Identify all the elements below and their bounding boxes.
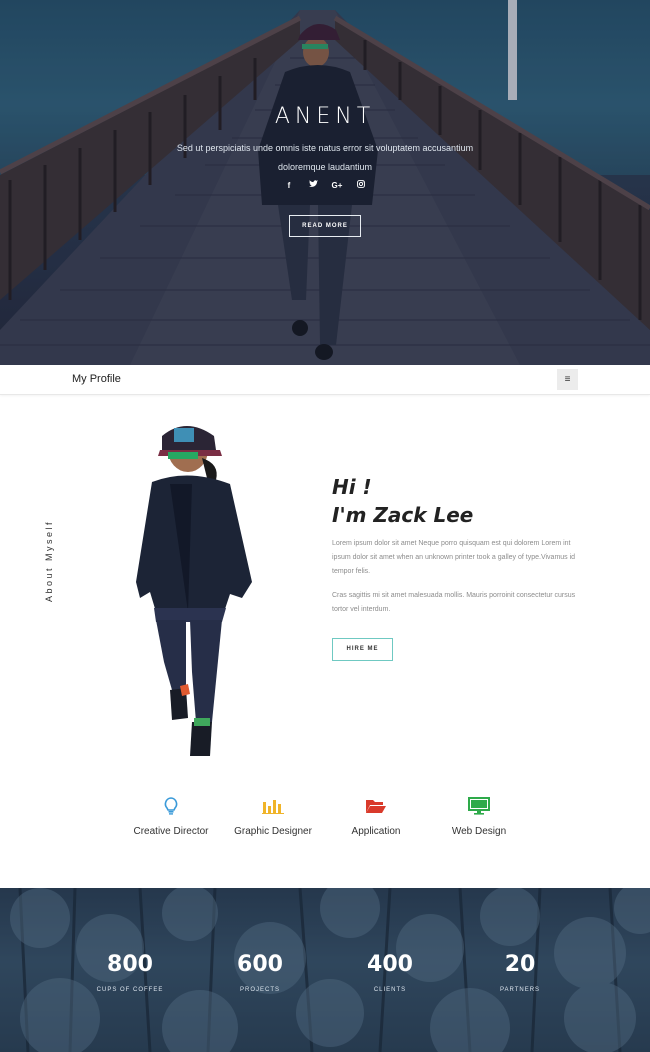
hamburger-icon[interactable]: ≡ [557,369,578,390]
service-graphic-designer[interactable]: Graphic Designer [218,796,328,837]
stat-value: 600 [237,952,283,977]
about-side-label: About Myself [33,510,63,614]
stat-caption: PROJECTS [239,987,280,993]
stat-caption: CUPS OF COFFEE [96,987,164,993]
hero-subtitle: Sed ut perspiciatis unde omnis iste natu… [176,143,474,172]
instagram-icon[interactable] [355,180,367,192]
hire-me-button[interactable]: HIRE ME [332,638,393,661]
greeting-line-1: Hi ! [332,475,372,499]
monitor-icon [468,797,490,815]
bar-chart-icon [262,800,284,814]
service-creative-director[interactable]: Creative Director [116,796,226,837]
stat-cups-of-coffee: 800 CUPS OF COFFEE [75,952,185,993]
greeting-heading: Hi ! I'm Zack Lee [332,473,473,529]
hero-section: ANENT Sed ut perspiciatis unde omnis ist… [0,0,650,365]
brand-title[interactable]: My Profile [72,373,121,385]
about-paragraph-1: Lorem ipsum dolor sit amet Neque porro q… [332,540,576,575]
social-links: f G+ [0,180,650,192]
stat-projects: 600 PROJECTS [205,952,315,993]
service-label: Graphic Designer [234,826,312,837]
service-label: Creative Director [133,826,209,837]
facebook-icon[interactable]: f [283,180,295,192]
stat-value: 400 [367,952,413,977]
stat-caption: PARTNERS [499,987,541,993]
read-more-button[interactable]: READ MORE [289,215,361,237]
navbar: My Profile ≡ [0,365,650,395]
about-paragraph-2: Cras sagittis mi sit amet malesuada moll… [332,592,576,613]
stat-partners: 20 PARTNERS [465,952,575,993]
stat-clients: 400 CLIENTS [335,952,445,993]
service-label: Web Design [451,826,507,837]
about-side-text: About Myself [44,519,54,603]
folder-open-icon [366,800,386,813]
service-label: Application [351,826,401,837]
greeting-line-2: I'm Zack Lee [332,503,474,527]
stat-value: 20 [504,952,536,977]
hero-title: ANENT [274,104,376,129]
lightbulb-icon [164,797,178,815]
profile-photo [136,426,252,756]
twitter-icon[interactable] [307,180,319,192]
service-application[interactable]: Application [321,796,431,837]
stat-caption: CLIENTS [373,987,407,993]
google-plus-icon[interactable]: G+ [331,180,343,192]
service-web-design[interactable]: Web Design [424,796,534,837]
stat-value: 800 [107,952,153,977]
